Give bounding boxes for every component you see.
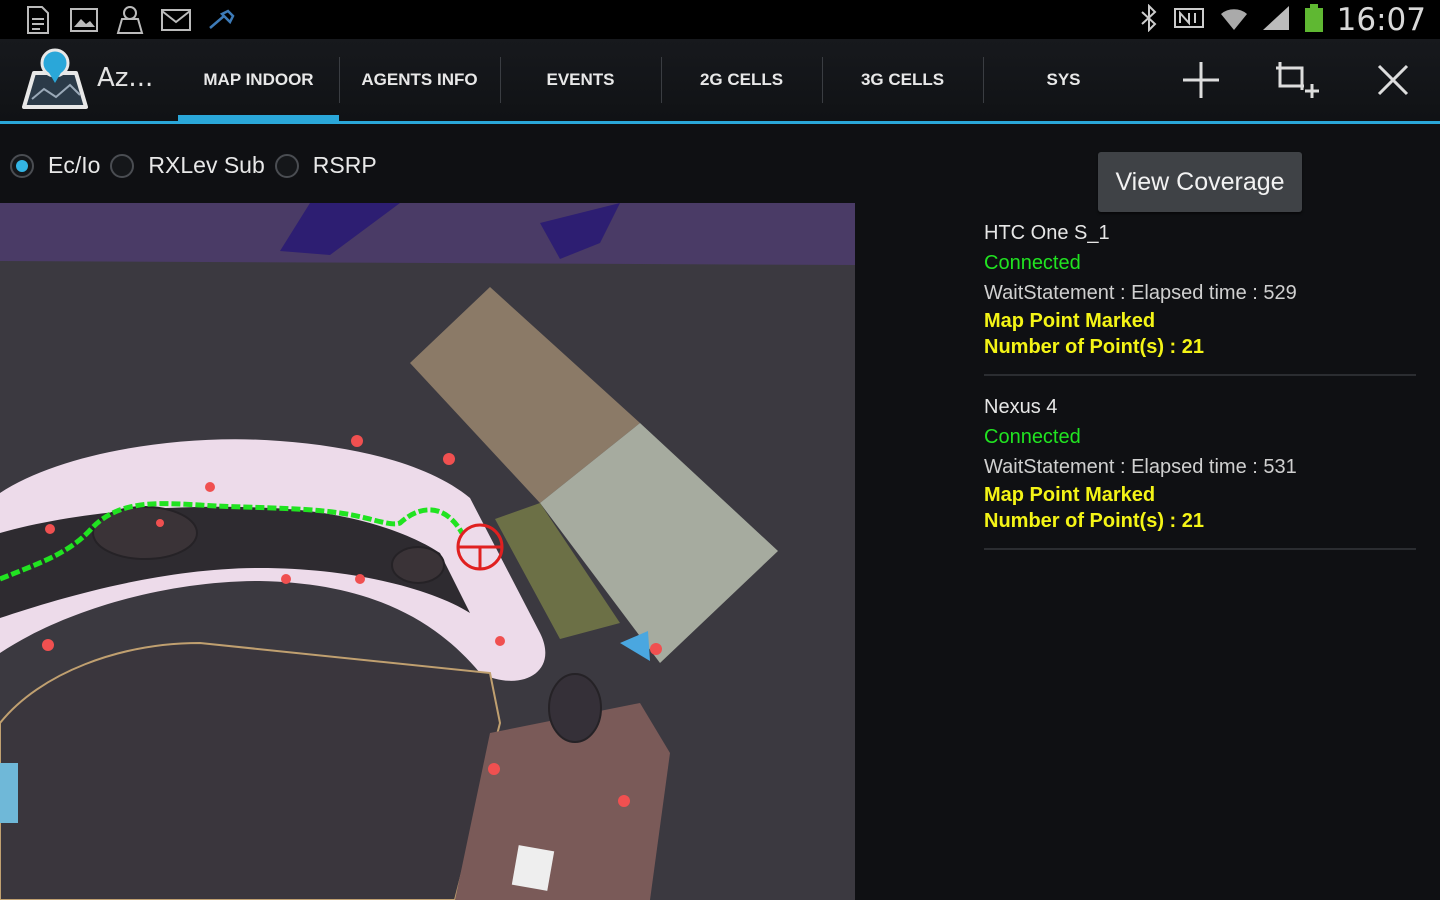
radio-label: RSRP <box>312 152 377 178</box>
image-icon <box>68 5 100 35</box>
wrench-icon <box>206 5 238 35</box>
agent-wait: WaitStatement : Elapsed time : 529 <box>984 282 1297 304</box>
radio-ec-io[interactable]: Ec/Io <box>10 152 100 179</box>
tab-events[interactable]: EVENTS <box>500 39 661 121</box>
status-bar: 16:07 <box>0 0 1440 39</box>
signal-icon <box>1261 4 1291 36</box>
radio-unchecked-icon[interactable] <box>274 153 299 178</box>
tab-bar: MAP INDOOR AGENTS INFO EVENTS 2G CELLS 3… <box>178 39 1144 121</box>
nfc-icon <box>1171 5 1207 35</box>
agent-item[interactable]: Nexus 4 Connected WaitStatement : Elapse… <box>984 392 1416 550</box>
close-icon <box>1377 64 1409 96</box>
radio-unchecked-icon[interactable] <box>110 153 135 178</box>
file-icon <box>22 5 54 35</box>
add-button[interactable] <box>1178 57 1224 103</box>
radio-label: Ec/Io <box>48 152 101 178</box>
view-coverage-button[interactable]: View Coverage <box>1098 152 1302 212</box>
tab-label: SYS <box>1046 70 1081 89</box>
measure-radio-group: Ec/Io RXLev Sub RSRP <box>10 152 387 179</box>
tab-label: 3G CELLS <box>860 70 945 89</box>
agent-wait: WaitStatement : Elapsed time : 531 <box>984 456 1297 478</box>
radio-rxlev-sub[interactable]: RXLev Sub <box>110 152 265 179</box>
tab-3g-cells[interactable]: 3G CELLS <box>822 39 983 121</box>
mail-icon <box>160 5 192 35</box>
tab-label: 2G CELLS <box>699 70 784 89</box>
app-notify-icon <box>114 5 146 35</box>
agent-points: Number of Point(s) : 21 <box>984 336 1205 358</box>
agent-name: HTC One S_1 <box>984 222 1110 244</box>
radio-rsrp[interactable]: RSRP <box>274 152 377 179</box>
agent-mark: Map Point Marked <box>984 310 1156 332</box>
wifi-icon <box>1219 4 1249 36</box>
battery-icon <box>1303 3 1325 37</box>
tab-agents-info[interactable]: AGENTS INFO <box>339 39 500 121</box>
tab-2g-cells[interactable]: 2G CELLS <box>661 39 822 121</box>
tab-label: EVENTS <box>546 70 615 89</box>
tab-label: MAP INDOOR <box>203 70 314 89</box>
agent-status: Connected <box>984 426 1081 448</box>
bluetooth-icon <box>1139 3 1159 36</box>
agent-item[interactable]: HTC One S_1 Connected WaitStatement : El… <box>984 218 1416 376</box>
agent-name: Nexus 4 <box>984 396 1058 418</box>
action-bar: Az... MAP INDOOR AGENTS INFO EVENTS 2G C… <box>0 39 1440 124</box>
agent-mark: Map Point Marked <box>984 484 1156 506</box>
tab-label: AGENTS INFO <box>361 70 478 89</box>
radio-label: RXLev Sub <box>148 152 265 178</box>
indoor-map[interactable] <box>0 203 855 900</box>
agent-points: Number of Point(s) : 21 <box>984 510 1205 532</box>
clock: 16:07 <box>1336 1 1426 38</box>
app-logo-icon[interactable] <box>18 45 92 115</box>
tab-sys[interactable]: SYS <box>983 39 1144 121</box>
app-title: Az... <box>97 63 154 93</box>
close-button[interactable] <box>1370 57 1416 103</box>
crop-add-button[interactable] <box>1274 57 1320 103</box>
agents-panel: HTC One S_1 Connected WaitStatement : El… <box>984 218 1416 566</box>
map-top-strip <box>0 203 855 265</box>
crop-add-icon <box>1276 62 1319 98</box>
agent-status: Connected <box>984 252 1081 274</box>
tab-map-indoor[interactable]: MAP INDOOR <box>178 39 339 121</box>
add-icon <box>1183 62 1219 98</box>
radio-checked-icon[interactable] <box>10 153 34 178</box>
